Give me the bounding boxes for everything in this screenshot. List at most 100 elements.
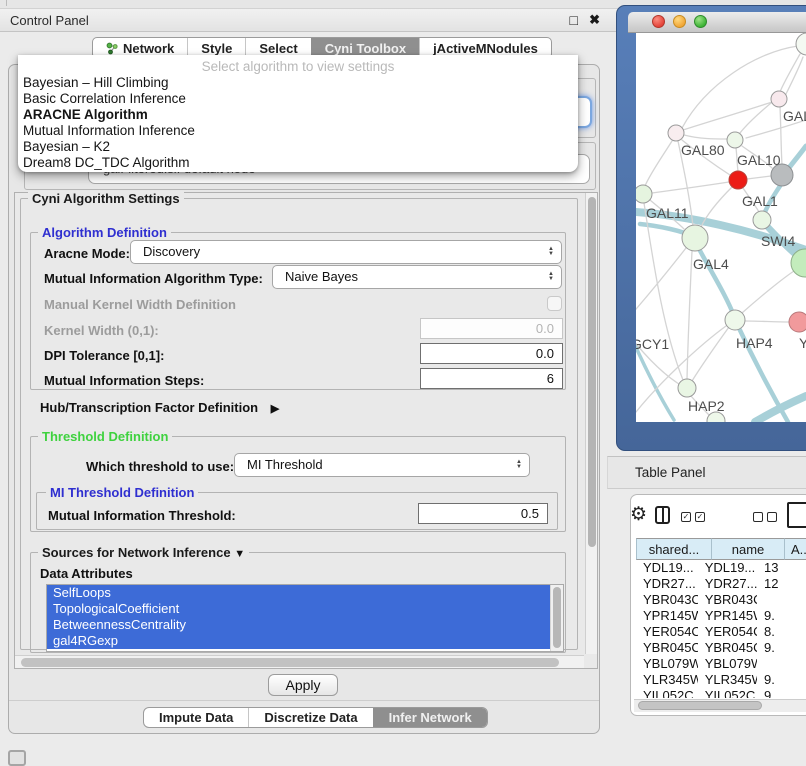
new-table-icon[interactable] xyxy=(787,502,806,528)
mi-type-select[interactable]: Naive Bayes ▲▼ xyxy=(272,265,562,289)
column-header-a[interactable]: A... xyxy=(785,538,806,560)
table-cell: YDR27... xyxy=(698,576,757,592)
network-node[interactable] xyxy=(725,310,745,330)
column-header-name[interactable]: name xyxy=(712,538,785,560)
zoom-window-button[interactable] xyxy=(694,15,707,28)
node-label-gal11: GAL11 xyxy=(646,205,689,221)
algorithm-option-bayesian-hill-climbing[interactable]: Bayesian – Hill Climbing xyxy=(18,75,578,91)
network-node[interactable] xyxy=(729,171,747,189)
network-edge[interactable] xyxy=(755,396,806,422)
float-panel-icon[interactable]: □ xyxy=(570,12,578,28)
network-node[interactable] xyxy=(668,125,684,141)
bottom-tab-impute-data[interactable]: Impute Data xyxy=(144,708,248,727)
network-edge[interactable] xyxy=(645,141,672,186)
settings-horizontal-scrollbar[interactable] xyxy=(15,655,584,668)
table-row[interactable]: YPR145WYPR145W9. xyxy=(636,608,806,624)
table-cell: YPR145W xyxy=(636,608,698,624)
table-row[interactable]: YBL079WYBL079W xyxy=(636,656,806,672)
vertical-scroll-thumb[interactable] xyxy=(588,197,596,547)
mi-threshold-group-title: MI Threshold Definition xyxy=(46,485,198,500)
column-header-shared[interactable]: shared... xyxy=(636,538,712,560)
tab-label: Style xyxy=(201,41,232,56)
bottom-tab-infer-network[interactable]: Infer Network xyxy=(373,708,487,727)
collapse-down-icon[interactable]: ▼ xyxy=(234,548,245,560)
table-cell: 8. xyxy=(757,624,806,640)
table-scroll-thumb[interactable] xyxy=(638,701,762,710)
table-cell: YBR045C xyxy=(698,640,757,656)
bottom-tabbar: Impute DataDiscretize DataInfer Network xyxy=(143,707,488,728)
cyni-algorithm-settings-title: Cyni Algorithm Settings xyxy=(28,191,184,206)
horizontal-scroll-thumb[interactable] xyxy=(21,658,559,667)
sources-group-title[interactable]: Sources for Network Inference ▼ xyxy=(38,545,249,560)
minimize-window-button[interactable] xyxy=(673,15,686,28)
attribute-item-betweennesscentrality[interactable]: BetweennessCentrality xyxy=(47,617,551,633)
attribute-item-gal4rgexp[interactable]: gal4RGexp xyxy=(47,633,551,649)
network-edge[interactable] xyxy=(687,251,692,379)
bottom-tab-discretize-data[interactable]: Discretize Data xyxy=(248,708,372,727)
network-edge[interactable] xyxy=(636,248,686,316)
settings-vertical-scrollbar[interactable] xyxy=(585,193,597,654)
manual-kernel-checkbox[interactable] xyxy=(547,296,562,311)
expand-right-icon[interactable]: ▶ xyxy=(271,403,279,415)
attributes-scroll-thumb[interactable] xyxy=(553,587,561,648)
network-edge[interactable] xyxy=(692,327,729,381)
network-node[interactable] xyxy=(753,211,771,229)
close-panel-icon[interactable]: ✖ xyxy=(589,12,600,28)
table-cell: YBR043C xyxy=(636,592,698,608)
network-node[interactable] xyxy=(796,33,806,55)
network-node[interactable] xyxy=(678,379,696,397)
algorithm-option-bayesian-k2[interactable]: Bayesian – K2 xyxy=(18,139,578,155)
network-node[interactable] xyxy=(771,91,787,107)
close-window-button[interactable] xyxy=(652,15,665,28)
aracne-mode-select[interactable]: Discovery ▲▼ xyxy=(130,240,562,264)
manual-kernel-label: Manual Kernel Width Definition xyxy=(44,297,236,312)
network-node[interactable] xyxy=(682,225,708,251)
table-row[interactable]: YLR345WYLR345W9. xyxy=(636,672,806,688)
algorithm-option-aracne-algorithm[interactable]: ARACNE Algorithm xyxy=(18,107,578,123)
table-row[interactable]: YIL052CYIL052C9. xyxy=(636,688,806,698)
attribute-item-selfloops[interactable]: SelfLoops xyxy=(47,585,551,601)
table-cell: YDR27... xyxy=(636,576,698,592)
select-all-checkboxes-icon[interactable]: ✓ ✓ xyxy=(681,512,705,522)
table-row[interactable]: YBR043CYBR043C xyxy=(636,592,806,608)
table-cell: YER054C xyxy=(636,624,698,640)
gear-icon[interactable]: ⚙ xyxy=(630,503,647,526)
algorithm-option-dream8-dc-tdc-algorithm[interactable]: Dream8 DC_TDC Algorithm xyxy=(18,155,578,171)
table-cell: YDL19... xyxy=(698,560,757,576)
aracne-mode-value: Discovery xyxy=(143,244,200,259)
checked-box-icon: ✓ xyxy=(695,512,705,522)
network-node[interactable] xyxy=(636,185,652,203)
hub-definition-label[interactable]: Hub/Transcription Factor Definition ▶ xyxy=(40,400,279,415)
table-row[interactable]: YDR27...YDR27...12 xyxy=(636,576,806,592)
network-node[interactable] xyxy=(727,132,743,148)
network-edge[interactable] xyxy=(652,182,729,193)
mi-steps-field[interactable]: 6 xyxy=(420,368,563,389)
algorithm-option-basic-correlation-inference[interactable]: Basic Correlation Inference xyxy=(18,91,578,107)
split-columns-icon[interactable] xyxy=(655,506,670,524)
dpi-tolerance-field[interactable]: 0.0 xyxy=(420,343,563,364)
network-edge[interactable] xyxy=(747,176,771,179)
tab-label: Select xyxy=(259,41,297,56)
panel-dock-icon[interactable] xyxy=(8,750,26,766)
deselect-all-checkboxes-icon[interactable] xyxy=(753,512,777,522)
algorithm-definition-title: Algorithm Definition xyxy=(38,225,171,240)
algorithm-option-mutual-information-inference[interactable]: Mutual Information Inference xyxy=(18,123,578,139)
attribute-item-topologicalcoefficient[interactable]: TopologicalCoefficient xyxy=(47,601,551,617)
table-row[interactable]: YDL19...YDL19...13 xyxy=(636,560,806,576)
network-canvas[interactable]: GAL2GAL80GAL10GAL1GAL11SWI4GAL4GCY1HAP4Y… xyxy=(636,33,806,422)
kernel-width-field[interactable]: 0.0 xyxy=(420,318,563,339)
node-label-hap4: HAP4 xyxy=(736,335,773,351)
which-threshold-value: MI Threshold xyxy=(247,457,323,472)
table-row[interactable]: YBR045CYBR045C9. xyxy=(636,640,806,656)
apply-button[interactable]: Apply xyxy=(268,674,338,696)
data-attributes-list[interactable]: SelfLoopsTopologicalCoefficientBetweenne… xyxy=(46,584,564,652)
network-edge[interactable] xyxy=(742,271,794,313)
checked-box-icon: ✓ xyxy=(681,512,691,522)
network-edge[interactable] xyxy=(684,135,727,139)
network-node[interactable] xyxy=(789,312,806,332)
node-label-gcy1: GCY1 xyxy=(636,336,669,352)
mi-threshold-field[interactable]: 0.5 xyxy=(418,503,548,524)
table-row[interactable]: YER054CYER054C8. xyxy=(636,624,806,640)
which-threshold-select[interactable]: MI Threshold ▲▼ xyxy=(234,453,530,477)
network-edge[interactable] xyxy=(745,321,789,322)
